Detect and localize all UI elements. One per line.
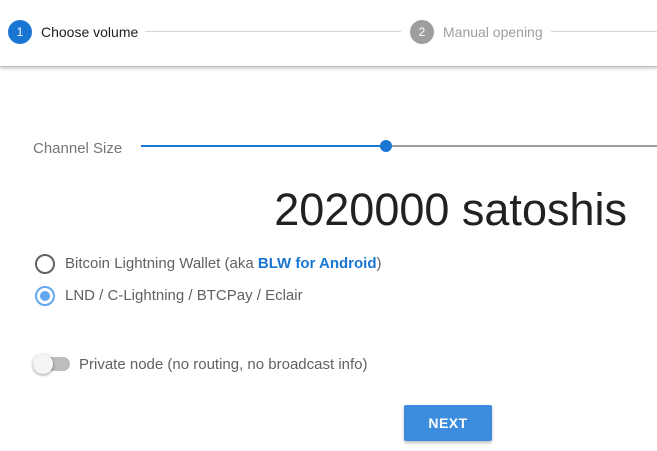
radio-option-lnd-label: LND / C-Lightning / BTCPay / Eclair <box>65 287 303 304</box>
blw-android-link[interactable]: BLW for Android <box>258 255 377 272</box>
step-1-number: 1 <box>8 20 32 44</box>
channel-size-label: Channel Size <box>33 140 123 157</box>
slider-fill <box>141 145 386 147</box>
radio-unchecked-icon[interactable] <box>35 254 55 274</box>
radio-checked-icon[interactable] <box>35 286 55 306</box>
radio-blw-prefix: Bitcoin Lightning Wallet (aka <box>65 255 258 272</box>
step-2-number: 2 <box>410 20 434 44</box>
stepper-connector <box>145 31 401 32</box>
toggle-knob <box>33 354 53 374</box>
step-1-label: Choose volume <box>41 24 139 40</box>
page: 1 Choose volume 2 Manual opening Channel… <box>0 0 657 451</box>
channel-amount: 2020000 satoshis <box>274 184 627 235</box>
next-button[interactable]: NEXT <box>404 405 492 441</box>
slider-thumb[interactable] <box>380 140 392 152</box>
channel-size-slider[interactable] <box>141 136 657 156</box>
stepper: 1 Choose volume 2 Manual opening <box>0 0 657 67</box>
radio-dot <box>40 291 50 301</box>
private-node-toggle[interactable] <box>33 354 71 374</box>
stepper-connector-trailing <box>551 31 657 32</box>
private-node-label: Private node (no routing, no broadcast i… <box>79 356 368 373</box>
radio-option-blw-label: Bitcoin Lightning Wallet (aka BLW for An… <box>65 255 381 272</box>
radio-blw-suffix: ) <box>376 255 382 272</box>
step-2-label: Manual opening <box>443 24 543 40</box>
